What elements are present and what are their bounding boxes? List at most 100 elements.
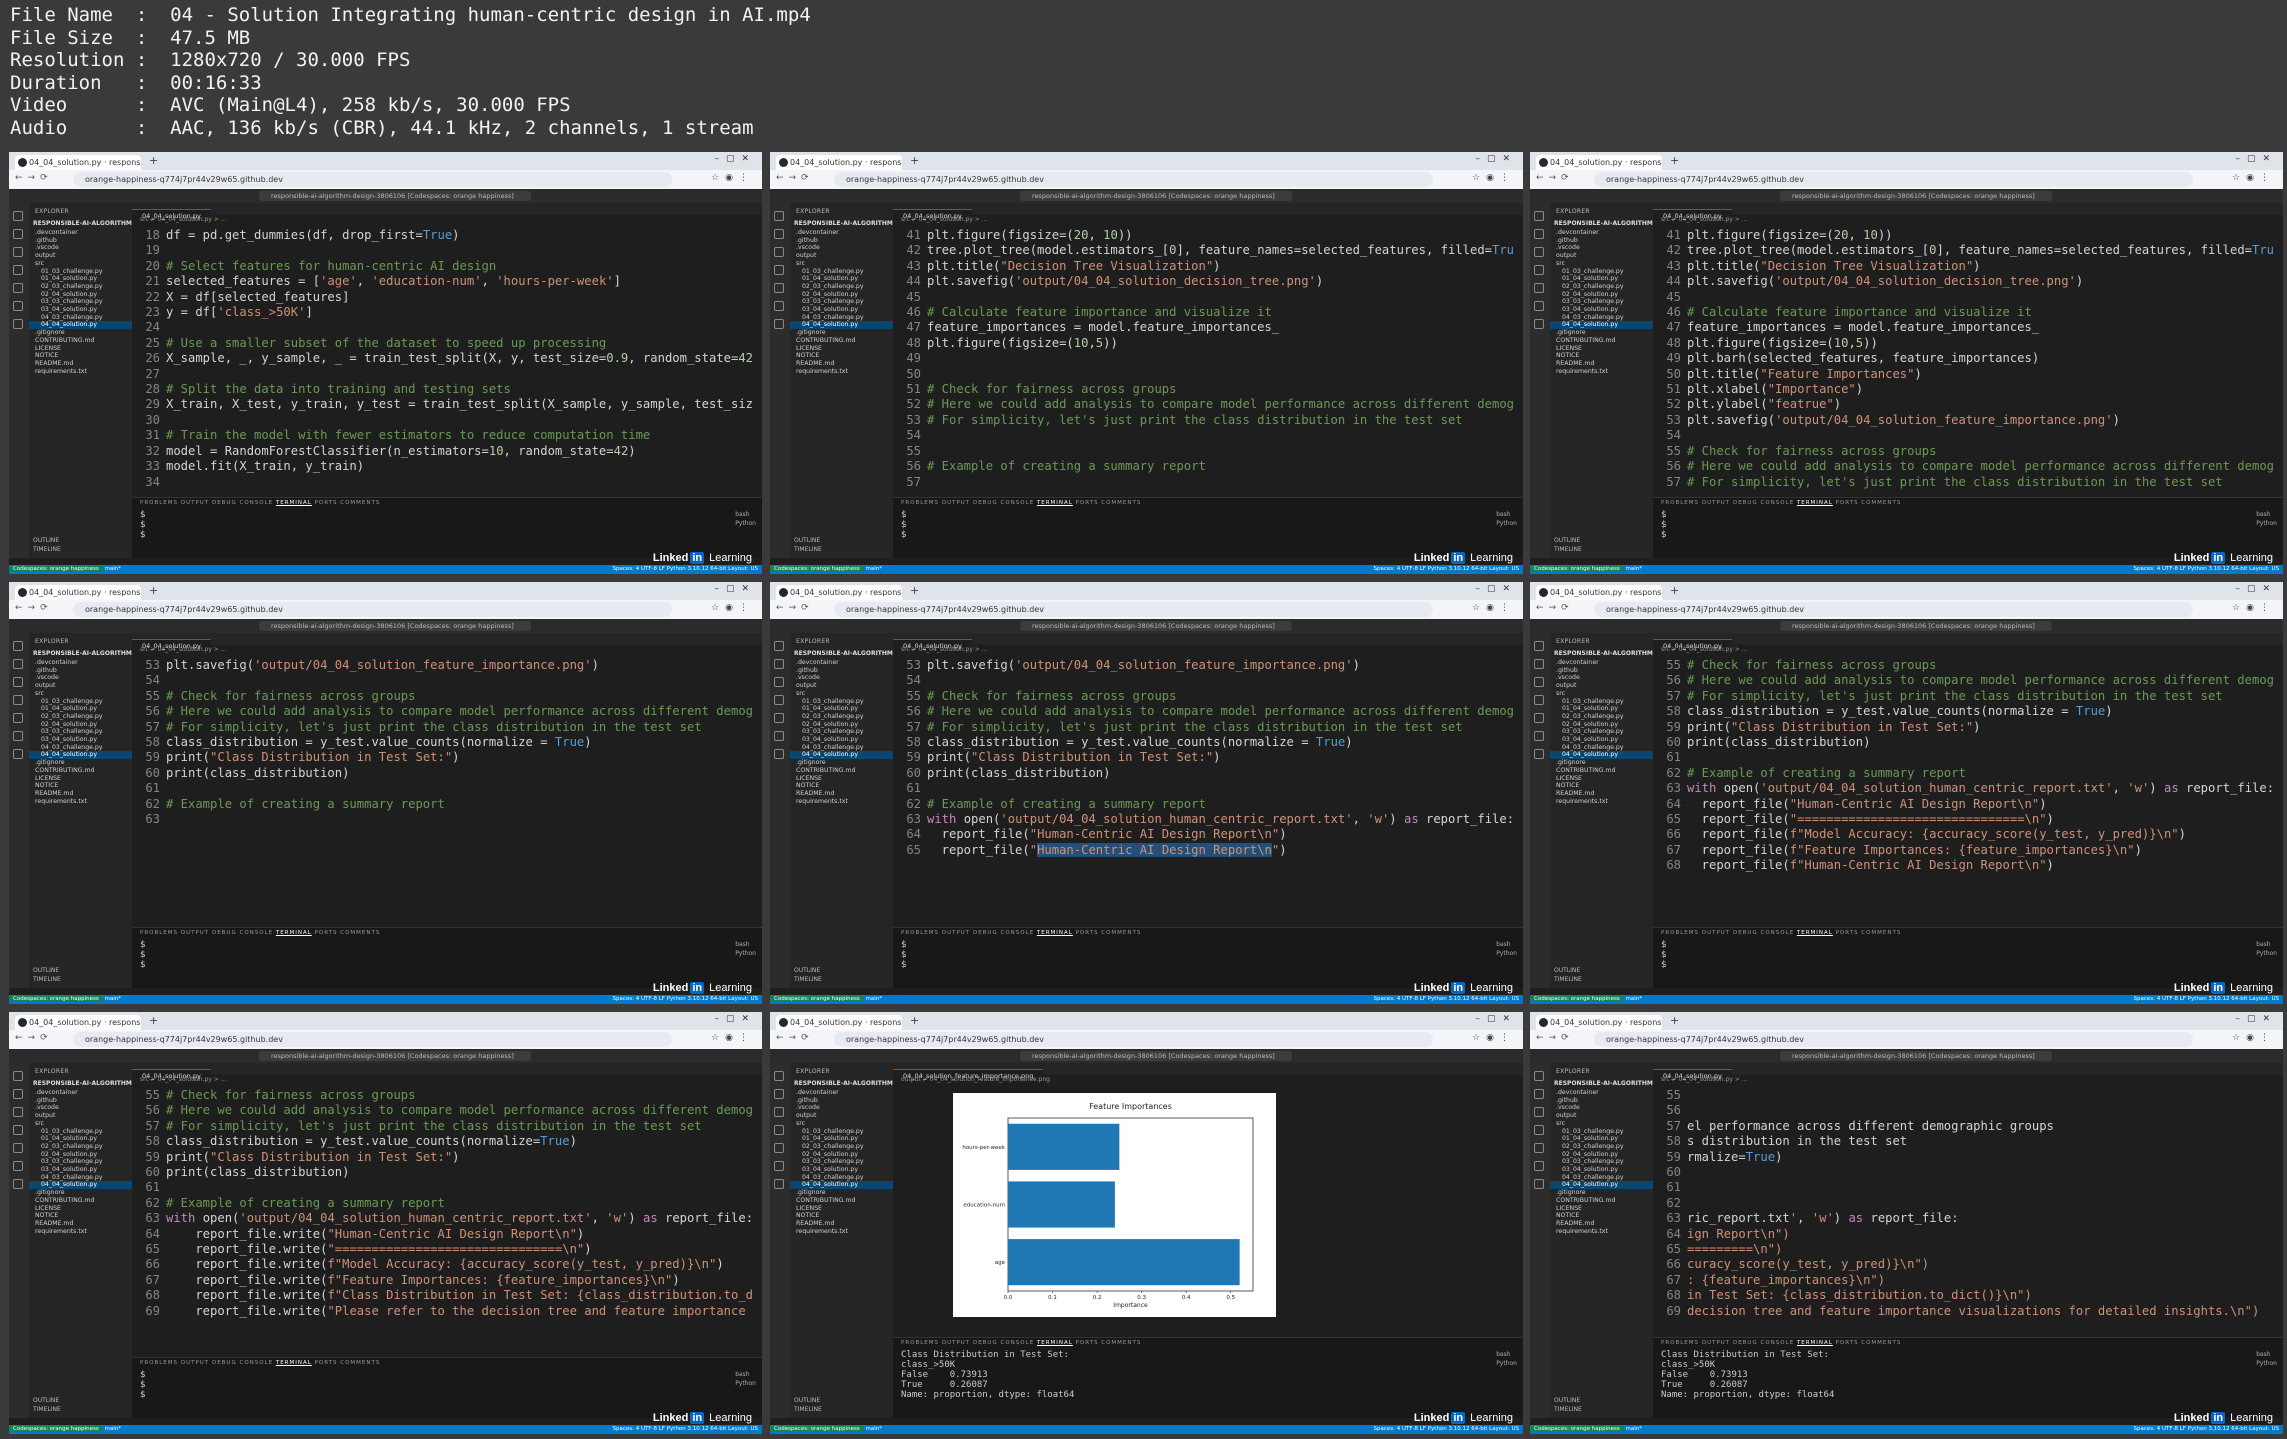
file-tree-item[interactable]: NOTICE xyxy=(1550,1212,1653,1220)
branch-indicator[interactable]: main* xyxy=(866,996,883,1002)
file-tree-item[interactable]: .gitignore xyxy=(1550,1189,1653,1197)
terminal-output[interactable]: $ $ $ xyxy=(132,936,762,970)
branch-indicator[interactable]: main* xyxy=(105,996,122,1002)
panel-tab[interactable]: DEBUG CONSOLE xyxy=(212,1360,273,1366)
file-tree-item[interactable]: .vscode xyxy=(29,674,132,682)
url-input[interactable]: orange-happiness-q774j7pr44v29w65.github… xyxy=(73,602,672,617)
extensions-icon[interactable] xyxy=(1534,1143,1544,1153)
file-tree-item[interactable]: requirements.txt xyxy=(29,798,132,806)
file-tree-item[interactable]: .devcontainer xyxy=(790,659,893,667)
file-tree-item[interactable]: CONTRIBUTING.md xyxy=(1550,337,1653,345)
explorer-project[interactable]: RESPONSIBLE-AI-ALGORITHM-DESIGN-3806106 xyxy=(29,1075,132,1089)
panel-tab[interactable]: PROBLEMS xyxy=(1661,1340,1699,1346)
file-tree-item[interactable]: 02_03_challenge.py xyxy=(29,283,132,291)
panel-tab-terminal[interactable]: TERMINAL xyxy=(1797,1340,1833,1346)
file-tree-item[interactable]: requirements.txt xyxy=(790,368,893,376)
explorer-project[interactable]: RESPONSIBLE-AI-ALGORITHM-DESIGN-3806106 xyxy=(1550,215,1653,229)
file-tree-item[interactable]: README.md xyxy=(790,790,893,798)
files-icon[interactable] xyxy=(13,211,23,221)
url-input[interactable]: orange-happiness-q774j7pr44v29w65.github… xyxy=(1594,172,2193,187)
file-tree-item[interactable]: .github xyxy=(790,667,893,675)
file-tree-item[interactable]: 03_04_solution.py xyxy=(29,736,132,744)
panel-tab[interactable]: OUTPUT xyxy=(181,500,209,506)
file-tree-item[interactable]: 01_03_challenge.py xyxy=(790,1128,893,1136)
file-tree-item[interactable]: NOTICE xyxy=(790,1212,893,1220)
panel-tab[interactable]: OUTPUT xyxy=(942,1340,970,1346)
terminal-output[interactable]: $ $ $ xyxy=(1653,506,2283,540)
file-tree-item[interactable]: 02_03_challenge.py xyxy=(1550,1143,1653,1151)
run-debug-icon[interactable] xyxy=(13,265,23,275)
command-center[interactable]: responsible-ai-algorithm-design-3806106 … xyxy=(1780,621,2052,631)
window-controls[interactable]: –▢✕ xyxy=(1475,584,1517,594)
file-tree-item[interactable]: 03_04_solution.py xyxy=(790,306,893,314)
outline-section[interactable]: OUTLINE xyxy=(1554,966,1582,975)
file-tree-item[interactable]: .gitignore xyxy=(29,1189,132,1197)
file-tree-item[interactable]: LICENSE xyxy=(29,775,132,783)
nav-buttons[interactable]: ←→⟳ xyxy=(1536,173,1574,183)
file-tree-item[interactable]: NOTICE xyxy=(790,352,893,360)
terminal-output[interactable]: $ $ $ xyxy=(132,1366,762,1400)
panel-tab[interactable]: COMMENTS xyxy=(1861,930,1901,936)
terminal-session[interactable]: bash xyxy=(2256,940,2277,949)
timeline-section[interactable]: TIMELINE xyxy=(1554,975,1582,984)
file-tree-item[interactable]: .gitignore xyxy=(1550,329,1653,337)
remote-icon[interactable] xyxy=(1534,731,1544,741)
file-tree-item[interactable]: 01_03_challenge.py xyxy=(1550,698,1653,706)
file-tree-item[interactable]: 03_04_solution.py xyxy=(29,1166,132,1174)
code-view[interactable]: 41 plt.figure(figsize=(20, 10)) 42 tree.plo… xyxy=(893,225,1523,490)
panel-tab[interactable]: DEBUG CONSOLE xyxy=(1733,930,1794,936)
browser-toolbar-icons[interactable]: ☆◉⋮ xyxy=(1472,1033,1515,1043)
file-tree-item[interactable]: 01_03_challenge.py xyxy=(1550,268,1653,276)
panel-tab[interactable]: PORTS xyxy=(1076,930,1099,936)
file-tree-item[interactable]: 02_03_challenge.py xyxy=(790,283,893,291)
file-tree-item[interactable]: src xyxy=(1550,690,1653,698)
search-icon[interactable] xyxy=(13,1089,23,1099)
file-tree-item[interactable]: 01_04_solution.py xyxy=(790,1135,893,1143)
file-tree-item[interactable]: requirements.txt xyxy=(29,1228,132,1236)
run-debug-icon[interactable] xyxy=(1534,695,1544,705)
file-tree-item[interactable]: src xyxy=(1550,260,1653,268)
file-tree-item[interactable]: .github xyxy=(29,237,132,245)
file-tree-item[interactable]: .gitignore xyxy=(1550,759,1653,767)
nav-buttons[interactable]: ←→⟳ xyxy=(776,603,814,613)
nav-buttons[interactable]: ←→⟳ xyxy=(1536,1033,1574,1043)
file-tree-item[interactable]: output xyxy=(29,1112,132,1120)
file-tree-item[interactable]: 04_03_challenge.py xyxy=(29,744,132,752)
file-tree-item[interactable]: requirements.txt xyxy=(790,798,893,806)
window-controls[interactable]: –▢✕ xyxy=(1475,154,1517,164)
explorer-project[interactable]: RESPONSIBLE-AI-ALGORITHM-DESIGN-3806106 xyxy=(29,645,132,659)
terminal-session[interactable]: bash xyxy=(1496,510,1517,519)
testing-icon[interactable] xyxy=(1534,319,1544,329)
browser-toolbar-icons[interactable]: ☆◉⋮ xyxy=(2232,1033,2275,1043)
window-controls[interactable]: –▢✕ xyxy=(2235,584,2277,594)
file-tree-item[interactable]: output xyxy=(29,252,132,260)
file-tree-item[interactable]: 02_04_solution.py xyxy=(1550,721,1653,729)
file-tree-item[interactable]: NOTICE xyxy=(29,782,132,790)
panel-tab[interactable]: PROBLEMS xyxy=(1661,930,1699,936)
panel-tab[interactable]: PROBLEMS xyxy=(1661,500,1699,506)
panel-tab[interactable]: COMMENTS xyxy=(1101,930,1141,936)
remote-indicator[interactable]: Codespaces: orange happiness xyxy=(770,996,864,1002)
run-debug-icon[interactable] xyxy=(1534,265,1544,275)
panel-tab[interactable]: DEBUG CONSOLE xyxy=(212,500,273,506)
file-tree-item[interactable]: .gitignore xyxy=(29,759,132,767)
new-tab-icon[interactable]: + xyxy=(910,1014,919,1027)
file-tree-item[interactable]: src xyxy=(790,260,893,268)
file-tree-item[interactable]: 02_03_challenge.py xyxy=(790,713,893,721)
remote-indicator[interactable]: Codespaces: orange happiness xyxy=(1530,996,1624,1002)
remote-icon[interactable] xyxy=(13,731,23,741)
remote-indicator[interactable]: Codespaces: orange happiness xyxy=(770,566,864,572)
panel-tab[interactable]: PORTS xyxy=(1076,500,1099,506)
branch-indicator[interactable]: main* xyxy=(1626,996,1643,1002)
nav-buttons[interactable]: ←→⟳ xyxy=(15,1033,53,1043)
branch-indicator[interactable]: main* xyxy=(1626,566,1643,572)
file-tree-item[interactable]: .devcontainer xyxy=(1550,1089,1653,1097)
file-tree-item[interactable]: requirements.txt xyxy=(1550,798,1653,806)
extensions-icon[interactable] xyxy=(13,713,23,723)
timeline-section[interactable]: TIMELINE xyxy=(33,545,61,554)
file-tree-item[interactable]: 04_04_solution.py xyxy=(1550,1181,1653,1190)
file-tree-item[interactable]: CONTRIBUTING.md xyxy=(29,1197,132,1205)
terminal-session[interactable]: Python xyxy=(2256,1359,2277,1368)
remote-icon[interactable] xyxy=(13,1161,23,1171)
files-icon[interactable] xyxy=(13,1071,23,1081)
